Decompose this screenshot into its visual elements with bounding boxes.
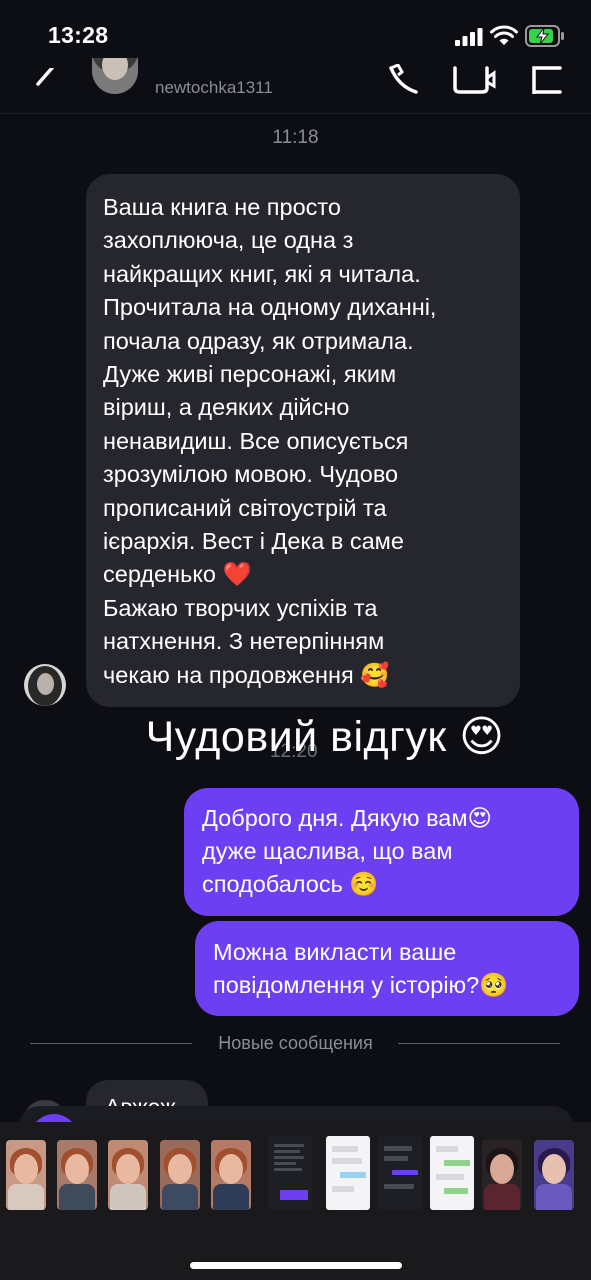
phone-call-icon[interactable] <box>388 64 424 94</box>
photo-thumbnail[interactable] <box>211 1140 251 1210</box>
message-line: Бажаю творчих успіхів та <box>103 594 378 621</box>
story-overlay-caption: Чудовий відгук 😍 <box>145 713 505 761</box>
photo-thumbnail[interactable] <box>534 1140 574 1210</box>
message-line: чекаю на продовження 🥰 <box>103 661 390 688</box>
message-line: прописаний світоустрій та <box>103 494 387 521</box>
message-line: повідомлення у історію?🥺 <box>213 972 509 998</box>
message-line: Ваша книга не просто <box>103 194 341 220</box>
outgoing-message-bubble[interactable]: Можна викласти ваше повідомлення у істор… <box>195 921 579 1016</box>
message-line: ненавидиш. Все описується <box>103 427 409 454</box>
message-line: серденько ❤️ <box>103 561 252 588</box>
cellular-signal-icon <box>455 28 483 46</box>
contact-avatar[interactable] <box>92 58 138 94</box>
message-line: зрозумілою мовою. Чудово <box>103 461 399 488</box>
screenshot-thumbnail[interactable] <box>378 1136 422 1210</box>
wifi-icon <box>490 25 518 45</box>
photo-thumbnail[interactable] <box>57 1140 97 1210</box>
screenshot-thumbnail[interactable] <box>268 1136 312 1210</box>
outgoing-message-bubble[interactable]: Доброго дня. Дякую вам😍 дуже щаслива, що… <box>184 788 579 916</box>
message-line: натхнення. З нетерпінням <box>103 628 385 655</box>
screenshot-thumbnail[interactable] <box>326 1136 370 1210</box>
new-messages-label: Новые сообщения <box>218 1033 373 1053</box>
battery-charging-icon <box>525 25 564 47</box>
photo-thumbnail[interactable] <box>160 1140 200 1210</box>
message-line: захоплююча, це одна з <box>103 227 354 254</box>
photo-thumbnail[interactable] <box>482 1140 522 1210</box>
message-line: найкращих книг, які я читала. <box>103 260 421 287</box>
back-arrow-icon[interactable] <box>30 68 60 98</box>
message-timestamp: 11:18 <box>272 127 319 148</box>
incoming-message-bubble[interactable]: Ваша книга не просто захоплююча, це одна… <box>86 174 520 707</box>
contact-username[interactable]: newtochka1311 <box>155 78 273 98</box>
message-line: Можна викласти ваше <box>213 939 457 965</box>
message-line: ієрархія. Вест і Дека в саме <box>103 528 404 555</box>
video-call-icon[interactable] <box>452 64 496 94</box>
flag-icon[interactable] <box>530 64 566 94</box>
message-line: почала одразу, як отримала. <box>103 327 414 354</box>
message-line: сподобалось ☺️ <box>202 871 379 897</box>
message-line: дуже щаслива, що вам <box>202 838 453 864</box>
message-line: Дуже живі персонажі, яким <box>103 361 397 388</box>
sender-avatar[interactable] <box>24 664 66 706</box>
photo-picker-tray <box>0 1122 591 1280</box>
message-line: Доброго дня. Дякую вам😍 <box>202 805 493 831</box>
photo-thumbnail[interactable] <box>108 1140 148 1210</box>
chat-header: newtochka1311 <box>0 58 591 114</box>
home-indicator[interactable] <box>190 1262 402 1269</box>
photo-thumbnail[interactable] <box>6 1140 46 1210</box>
message-line: Прочитала на одному диханні, <box>103 294 437 321</box>
message-line: віриш, а деяких дійсно <box>103 394 350 421</box>
status-time: 13:28 <box>48 22 109 48</box>
screenshot-thumbnail[interactable] <box>430 1136 474 1210</box>
